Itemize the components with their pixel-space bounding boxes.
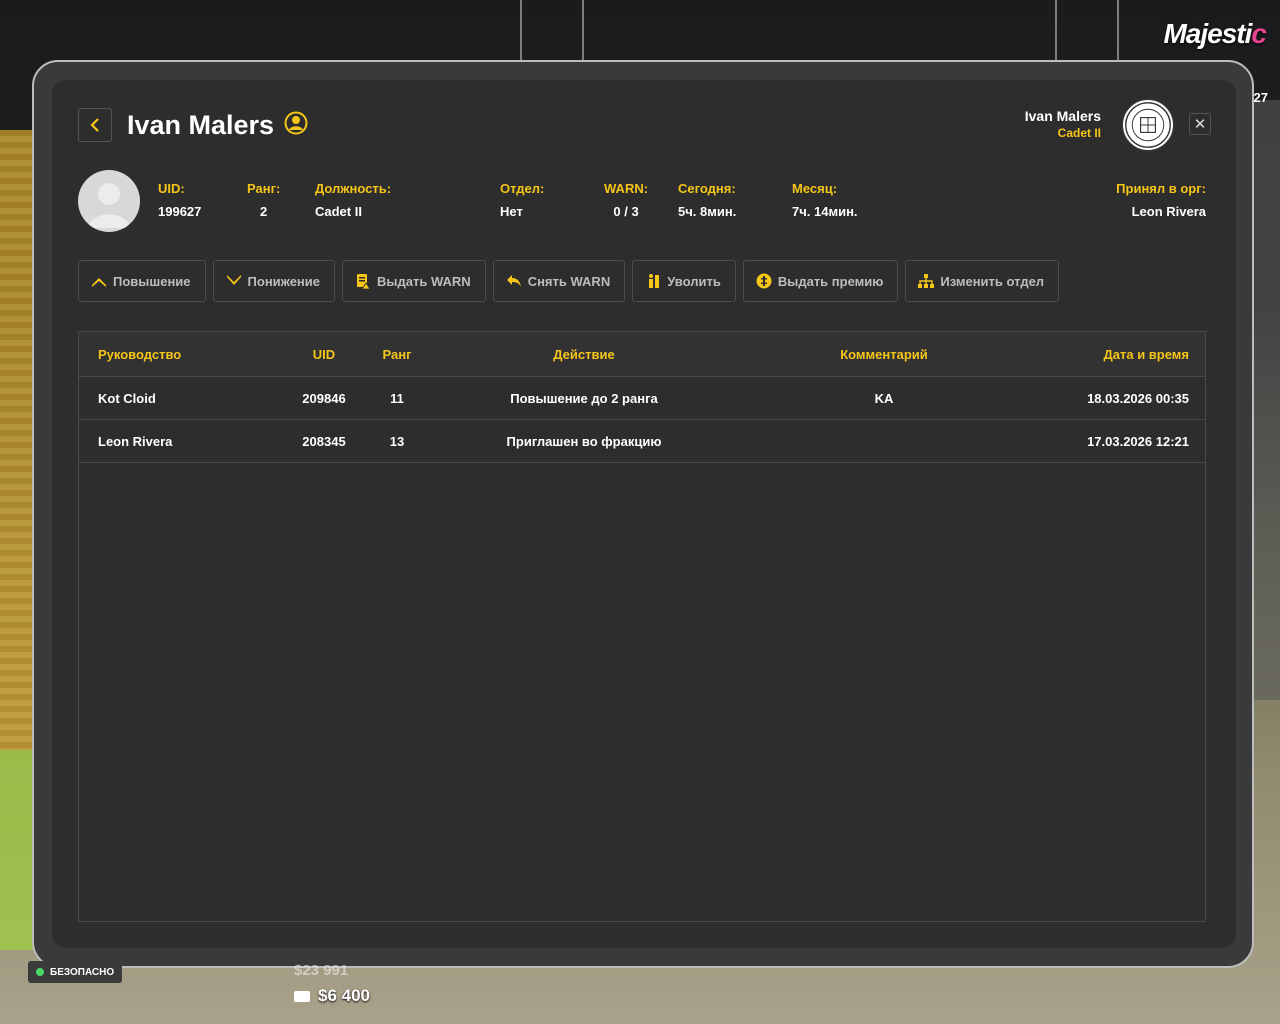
table-cell: KA bbox=[874, 390, 894, 406]
bank-balance: $6 400 bbox=[294, 986, 370, 1006]
table-cell: 13 bbox=[389, 433, 405, 449]
page-title: Ivan Malers bbox=[127, 110, 275, 140]
table-cell: Leon Rivera bbox=[98, 433, 173, 449]
hierarchy-icon bbox=[918, 274, 935, 288]
info-uid: UID: 199627 bbox=[158, 181, 202, 219]
warn-document-icon bbox=[357, 274, 371, 289]
issue-warn-button[interactable]: Выдать WARN bbox=[342, 260, 486, 302]
fire-person-icon bbox=[649, 274, 660, 288]
promote-button[interactable]: Повышение bbox=[78, 260, 206, 302]
back-button[interactable] bbox=[78, 108, 112, 142]
person-silhouette-icon bbox=[88, 183, 130, 228]
column-header: Ранг bbox=[382, 346, 412, 362]
tablet-frame: Ivan Malers Ivan Malers Cadet II ✕ UID: … bbox=[32, 60, 1254, 968]
bonus-button[interactable]: Выдать премию bbox=[742, 260, 899, 302]
current-user: Ivan Malers Cadet II bbox=[1025, 108, 1101, 140]
current-user-rank: Cadet II bbox=[1057, 126, 1101, 140]
close-icon: ✕ bbox=[1193, 116, 1207, 133]
current-user-name: Ivan Malers bbox=[1024, 108, 1101, 124]
table-row: Leon Rivera 208345 13 Приглашен во фракц… bbox=[79, 420, 1205, 463]
table-cell: 208345 bbox=[302, 433, 346, 449]
table-header: Руководство UID Ранг Действие Комментари… bbox=[79, 332, 1205, 377]
background-terrain bbox=[1254, 100, 1280, 700]
column-header: Руководство bbox=[98, 346, 182, 362]
card-icon bbox=[294, 990, 310, 1002]
background-tower bbox=[520, 0, 584, 60]
background-terrain bbox=[0, 750, 36, 950]
user-circle-icon bbox=[284, 111, 308, 135]
info-warn: WARN: 0 / 3 bbox=[604, 181, 649, 219]
table-cell: Kot Cloid bbox=[98, 390, 156, 406]
tablet-screen: Ivan Malers Ivan Malers Cadet II ✕ UID: … bbox=[52, 80, 1236, 948]
undo-arrow-icon bbox=[506, 275, 521, 287]
avatar bbox=[78, 170, 140, 232]
change-department-button[interactable]: Изменить отдел bbox=[905, 260, 1060, 302]
table-cell: 209846 bbox=[302, 390, 346, 406]
chevron-down-icon bbox=[226, 275, 241, 285]
background-tower bbox=[1055, 0, 1119, 60]
table-cell: 11 bbox=[390, 390, 404, 406]
info-position: Должность: Cadet II bbox=[315, 181, 392, 219]
chevron-left-icon bbox=[90, 118, 99, 132]
history-table: Руководство UID Ранг Действие Комментари… bbox=[78, 331, 1206, 922]
column-header: Дата и время bbox=[1103, 346, 1190, 362]
remove-warn-button[interactable]: Снять WARN bbox=[492, 260, 626, 302]
table-cell bbox=[784, 420, 984, 462]
fire-button[interactable]: Уволить bbox=[632, 260, 736, 302]
close-button[interactable]: ✕ bbox=[1189, 113, 1211, 135]
table-cell: Повышение до 2 ранга bbox=[510, 390, 658, 406]
chevron-up-icon bbox=[92, 278, 106, 287]
hud-counter: 27 bbox=[1253, 90, 1268, 105]
info-invited-by: Принял в орг: Leon Rivera bbox=[1116, 181, 1206, 219]
coin-icon bbox=[756, 273, 772, 289]
safe-zone-badge: БЕЗОПАСНО bbox=[28, 961, 123, 983]
table-cell: 18.03.2026 00:35 bbox=[1087, 390, 1189, 406]
info-rank: Ранг: 2 bbox=[247, 181, 281, 219]
table-cell: 17.03.2026 12:21 bbox=[1087, 433, 1189, 449]
info-today: Сегодня: 5ч. 8мин. bbox=[678, 181, 737, 219]
city-seal-icon bbox=[1121, 98, 1175, 152]
action-toolbar: Повышение Понижение Выдать WARN Снять WA… bbox=[78, 260, 1060, 302]
info-department: Отдел: Нет bbox=[500, 181, 545, 219]
demote-button[interactable]: Понижение bbox=[212, 260, 336, 302]
column-header: Комментарий bbox=[840, 346, 928, 362]
column-header: Действие bbox=[553, 346, 615, 362]
info-month: Месяц: 7ч. 14мин. bbox=[792, 181, 858, 219]
table-cell: Приглашен во фракцию bbox=[506, 433, 662, 449]
cash-amount: $23 991 bbox=[294, 962, 349, 979]
table-row: Kot Cloid 209846 11 Повышение до 2 ранга… bbox=[79, 377, 1205, 420]
column-header: UID bbox=[312, 346, 336, 362]
brand-logo: Majestic bbox=[1163, 18, 1266, 49]
